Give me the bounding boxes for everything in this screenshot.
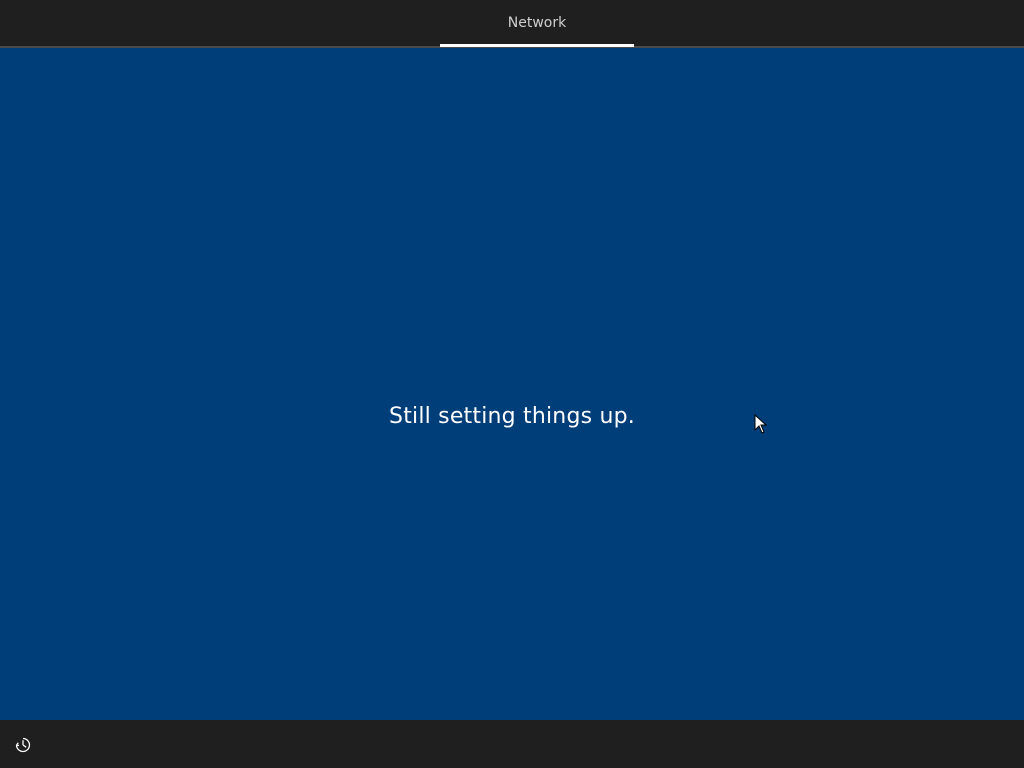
ease-of-access-button[interactable] — [10, 732, 36, 758]
top-step-bar: Network — [0, 0, 1024, 48]
ease-of-access-icon — [15, 737, 31, 753]
step-network-tab: Network — [440, 0, 634, 46]
mouse-pointer-icon — [754, 414, 768, 434]
setup-content-area: Still setting things up. — [0, 48, 1024, 720]
status-message: Still setting things up. — [389, 404, 635, 429]
active-step-indicator — [440, 44, 634, 47]
bottom-bar — [0, 720, 1024, 768]
step-network-label: Network — [507, 15, 567, 31]
